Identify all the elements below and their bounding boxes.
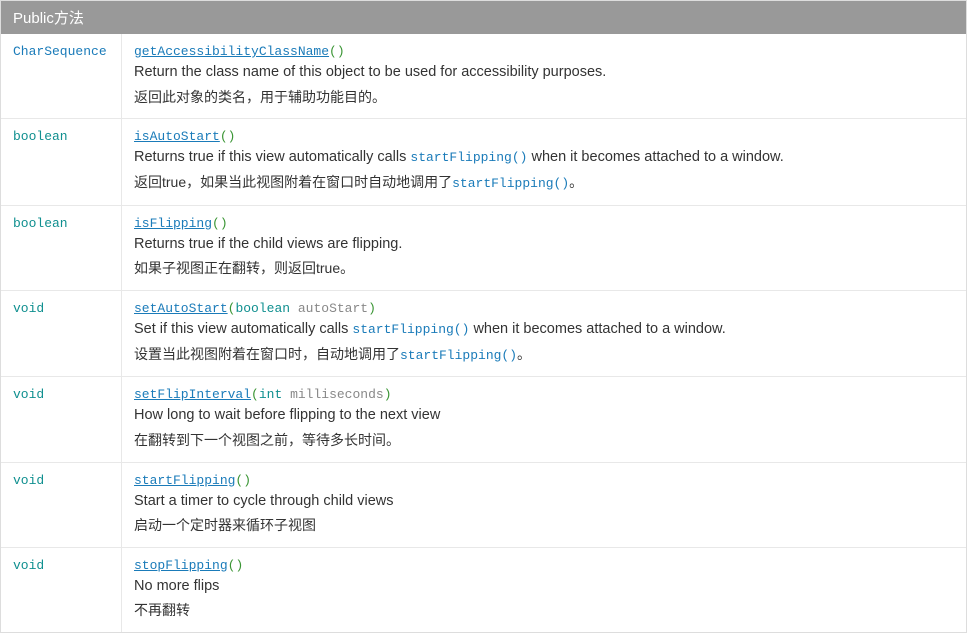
method-name-link[interactable]: isFlipping [134, 216, 212, 231]
description-english: Return the class name of this object to … [134, 62, 954, 84]
description-english: Start a timer to cycle through child vie… [134, 491, 954, 513]
description-english: Returns true if this view automatically … [134, 147, 954, 169]
method-name-link[interactable]: setAutoStart [134, 301, 228, 316]
method-name-link[interactable]: isAutoStart [134, 129, 220, 144]
methods-table: Public方法 CharSequence getAccessibilityCla… [0, 0, 967, 633]
return-type-cell: boolean [1, 119, 121, 205]
description-cell: stopFlipping() No more flips不再翻转 [121, 548, 966, 632]
method-row: void setFlipInterval(int milliseconds) How… [1, 377, 966, 462]
description-chinese: 返回此对象的类名，用于辅助功能目的。 [134, 86, 954, 108]
param-type: int [259, 387, 282, 402]
description-cell: startFlipping() Start a timer to cycle th… [121, 463, 966, 547]
description-english: How long to wait before flipping to the … [134, 405, 954, 427]
description-english: No more flips [134, 576, 954, 598]
return-type-cell: void [1, 548, 121, 632]
return-type-cell: void [1, 291, 121, 377]
table-header-text: Public方法 [13, 10, 84, 27]
method-signature: isFlipping() [134, 216, 954, 231]
paren-close: ) [243, 473, 251, 488]
param-type: boolean [235, 301, 290, 316]
description-english: Returns true if the child views are flip… [134, 234, 954, 256]
description-chinese: 如果子视图正在翻转，则返回true。 [134, 257, 954, 279]
method-signature: startFlipping() [134, 473, 954, 488]
return-type-text: boolean [13, 129, 68, 144]
return-type-text: boolean [13, 216, 68, 231]
description-cell: getAccessibilityClassName() Return the cl… [121, 34, 966, 118]
method-signature: setFlipInterval(int milliseconds) [134, 387, 954, 402]
paren-close: ) [368, 301, 376, 316]
method-signature: stopFlipping() [134, 558, 954, 573]
return-type-cell: void [1, 463, 121, 547]
description-chinese: 设置当此视图附着在窗口时，自动地调用了startFlipping()。 [134, 343, 954, 367]
table-header: Public方法 [1, 1, 966, 34]
description-chinese: 启动一个定时器来循环子视图 [134, 514, 954, 536]
method-row: boolean isFlipping() Returns true if the c… [1, 206, 966, 291]
paren-close: ) [220, 216, 228, 231]
method-row: void startFlipping() Start a timer to cycl… [1, 463, 966, 548]
description-chinese: 返回true，如果当此视图附着在窗口时自动地调用了startFlipping()… [134, 171, 954, 195]
description-english: Set if this view automatically calls sta… [134, 319, 954, 341]
table-body: CharSequencegetAccessibilityClassName()R… [1, 34, 966, 632]
paren-open: ( [212, 216, 220, 231]
paren-close: ) [228, 129, 236, 144]
inline-code-link[interactable]: startFlipping() [410, 150, 527, 165]
return-type-text: void [13, 558, 44, 573]
method-signature: isAutoStart() [134, 129, 954, 144]
description-cell: isAutoStart() Returns true if this view a… [121, 119, 966, 205]
param-name: autoStart [298, 301, 368, 316]
inline-code-link[interactable]: startFlipping() [452, 176, 569, 191]
method-row: boolean isAutoStart() Returns true if this… [1, 119, 966, 206]
inline-code-link[interactable]: startFlipping() [400, 348, 517, 363]
paren-open: ( [251, 387, 259, 402]
paren-open: ( [228, 558, 236, 573]
return-type-cell: CharSequence [1, 34, 121, 118]
description-cell: setFlipInterval(int milliseconds) How lon… [121, 377, 966, 461]
method-row: void setAutoStart(boolean autoStart) Set i… [1, 291, 966, 378]
paren-open: ( [329, 44, 337, 59]
method-name-link[interactable]: stopFlipping [134, 558, 228, 573]
inline-code-link[interactable]: startFlipping() [352, 322, 469, 337]
method-row: void stopFlipping() No more flips不再翻转 [1, 548, 966, 632]
return-type-link[interactable]: CharSequence [13, 44, 107, 59]
method-signature: getAccessibilityClassName() [134, 44, 954, 59]
paren-open: ( [220, 129, 228, 144]
param-name: milliseconds [290, 387, 384, 402]
return-type-cell: boolean [1, 206, 121, 290]
method-name-link[interactable]: startFlipping [134, 473, 235, 488]
return-type-cell: void [1, 377, 121, 461]
description-chinese: 不再翻转 [134, 599, 954, 621]
paren-close: ) [235, 558, 243, 573]
description-cell: setAutoStart(boolean autoStart) Set if th… [121, 291, 966, 377]
return-type-text: void [13, 473, 44, 488]
description-cell: isFlipping() Returns true if the child vi… [121, 206, 966, 290]
return-type-text: void [13, 301, 44, 316]
return-type-text: void [13, 387, 44, 402]
paren-close: ) [337, 44, 345, 59]
method-name-link[interactable]: getAccessibilityClassName [134, 44, 329, 59]
method-signature: setAutoStart(boolean autoStart) [134, 301, 954, 316]
method-name-link[interactable]: setFlipInterval [134, 387, 251, 402]
paren-close: ) [384, 387, 392, 402]
description-chinese: 在翻转到下一个视图之前，等待多长时间。 [134, 429, 954, 451]
method-row: CharSequence getAccessibilityClassName() R… [1, 34, 966, 119]
